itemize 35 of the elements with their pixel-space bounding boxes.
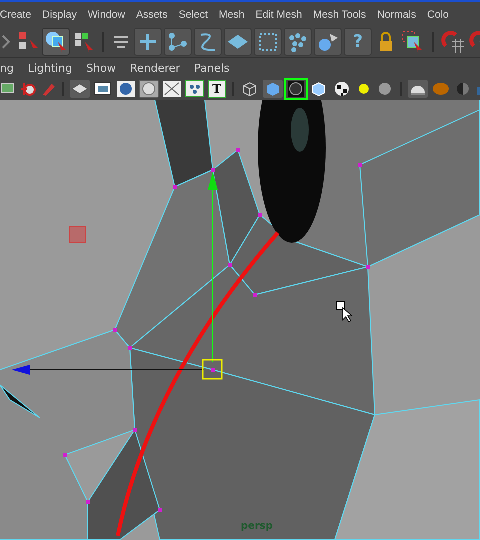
surface-icon[interactable] (224, 28, 252, 56)
menu-item[interactable]: Mesh Tools (313, 8, 366, 20)
menu-item[interactable]: Edit Mesh (256, 8, 302, 20)
component-select-icon[interactable] (72, 30, 96, 54)
panel-menu-item[interactable]: Lighting (28, 62, 72, 74)
menu-item[interactable]: Window (88, 8, 126, 20)
text-toggle-button[interactable]: T (208, 80, 226, 98)
checker-icon[interactable] (332, 80, 352, 98)
menu-item[interactable]: Normals (377, 8, 416, 20)
help-button[interactable]: ? (344, 28, 372, 56)
menu-item[interactable]: Create (0, 8, 32, 20)
grid-plane-icon[interactable] (70, 80, 90, 98)
panel-menu-item[interactable]: ng (0, 62, 14, 74)
object-select-icon[interactable] (42, 28, 70, 56)
panel-menu-item[interactable]: Renderer (130, 62, 180, 74)
snap-point-icon[interactable] (164, 28, 192, 56)
film-icon[interactable] (93, 80, 113, 98)
panel-menu-item[interactable]: Show (86, 62, 116, 74)
camera-label: persp (241, 521, 273, 532)
menu-item[interactable]: Assets (136, 8, 168, 20)
components-icon[interactable] (185, 80, 205, 98)
particles-icon[interactable] (284, 28, 312, 56)
half-sphere-icon[interactable] (454, 80, 472, 98)
menu-item[interactable]: Colo (427, 8, 450, 20)
grid-select-icon[interactable] (254, 28, 282, 56)
panel-menu-item[interactable]: Panels (194, 62, 230, 74)
curve-icon[interactable] (194, 28, 222, 56)
circle-icon[interactable] (139, 80, 159, 98)
menu-item[interactable]: Display (42, 8, 77, 20)
menu-item[interactable]: Mesh (219, 8, 245, 20)
dome-icon[interactable] (408, 80, 428, 98)
cursor-icon (336, 302, 354, 323)
menu-item[interactable]: Select (178, 8, 208, 20)
shadow-sphere-icon[interactable] (376, 80, 394, 98)
wireframe-on-shaded-icon[interactable] (286, 80, 306, 98)
